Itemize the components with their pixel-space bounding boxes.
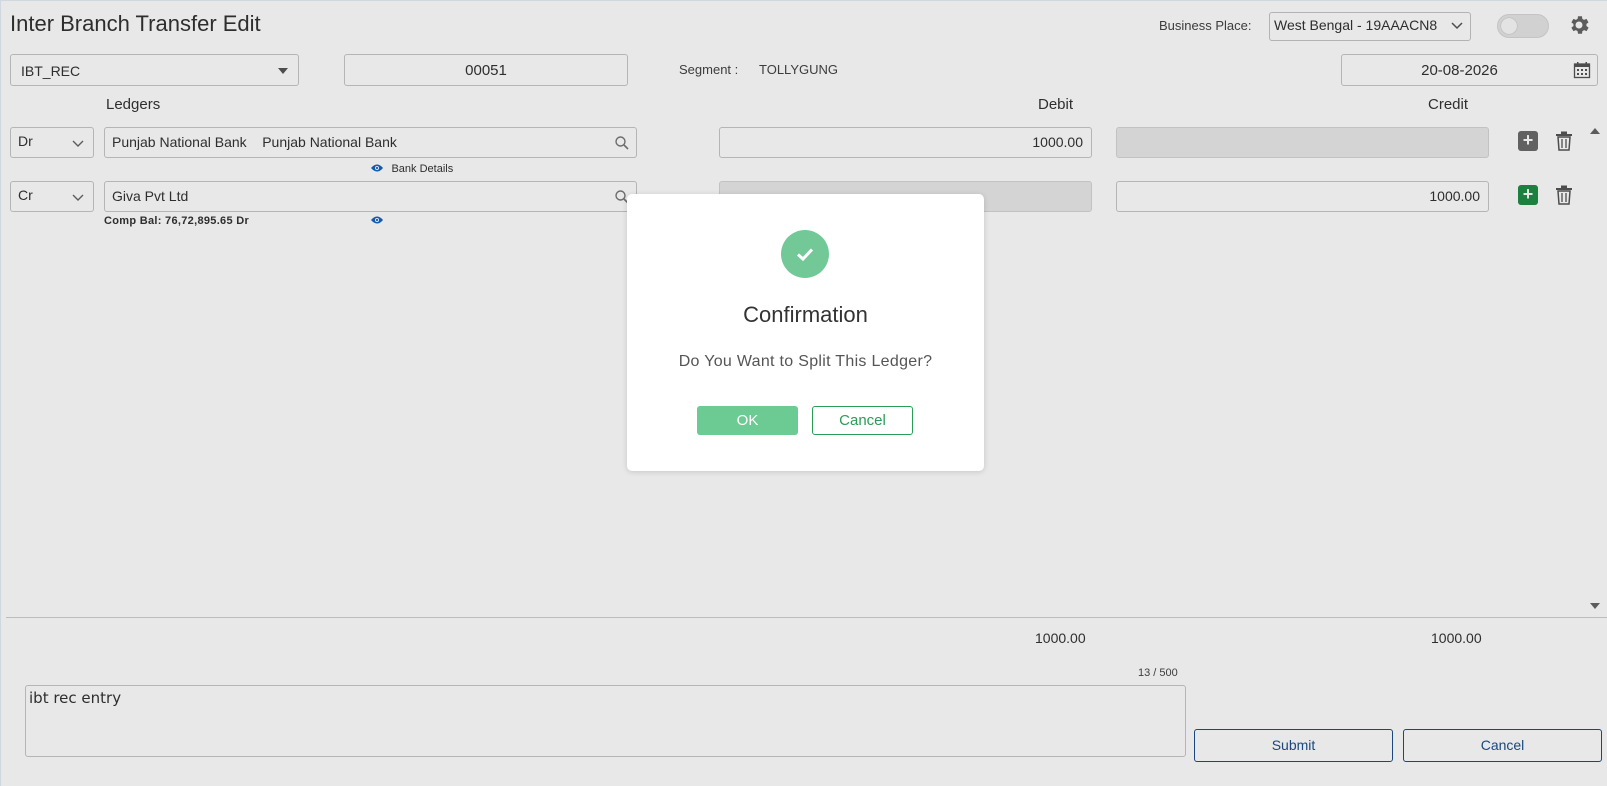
- app-frame: Inter Branch Transfer Edit Business Plac…: [0, 0, 1607, 786]
- confirmation-dialog: Confirmation Do You Want to Split This L…: [627, 194, 984, 471]
- ok-button[interactable]: OK: [697, 406, 798, 435]
- dialog-cancel-button[interactable]: Cancel: [812, 406, 913, 435]
- dialog-message: Do You Want to Split This Ledger?: [678, 353, 933, 370]
- success-check-icon: [781, 230, 829, 278]
- dialog-title: Confirmation: [743, 302, 868, 327]
